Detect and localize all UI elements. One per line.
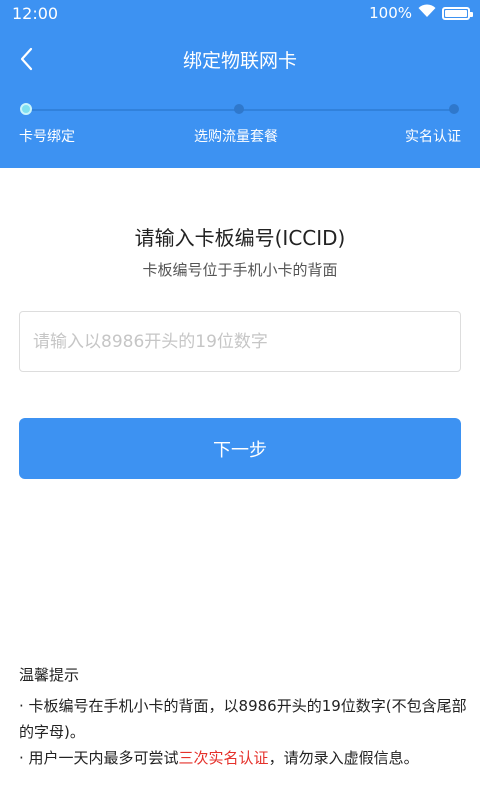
page-title: 绑定物联网卡 xyxy=(182,50,297,72)
status-right: 100% xyxy=(369,4,473,22)
tip-item-1: · 卡板编号在手机小卡的背面，以8986开头的19位数字(不包含尾部的字母)。 xyxy=(19,697,467,741)
battery-percent: 100% xyxy=(369,4,412,22)
next-button[interactable]: 下一步 xyxy=(19,418,461,479)
header-bar: 12:00 100% 绑定物联网卡 卡号绑定 选购流量套餐 实名认证 xyxy=(0,0,480,168)
status-time: 12:00 xyxy=(12,4,59,23)
iccid-input[interactable] xyxy=(20,312,460,371)
step-label-2: 选购流量套餐 xyxy=(194,129,278,145)
step-dot-3 xyxy=(449,104,459,114)
step-progress: 卡号绑定 选购流量套餐 实名认证 xyxy=(0,100,480,160)
form-subtitle: 卡板编号位于手机小卡的背面 xyxy=(142,261,338,279)
step-dot-2 xyxy=(234,104,244,114)
tips-title: 温馨提示 xyxy=(19,666,80,684)
form-title: 请输入卡板编号(ICCID) xyxy=(134,226,346,250)
tip-item-2-prefix: · 用户一天内最多可尝试 xyxy=(19,749,179,767)
step-dot-1 xyxy=(20,103,32,115)
wifi-icon xyxy=(418,4,436,22)
tip-item-2-highlight: 三次实名认证 xyxy=(178,749,269,767)
status-bar: 12:00 100% xyxy=(0,0,480,28)
tips-section: 温馨提示 · 卡板编号在手机小卡的背面，以8986开头的19位数字(不包含尾部的… xyxy=(19,664,467,771)
step-label-3: 实名认证 xyxy=(405,129,461,145)
tip-item-2: · 用户一天内最多可尝试三次实名认证，请勿录入虚假信息。 xyxy=(19,745,467,771)
step-label-1: 卡号绑定 xyxy=(19,129,75,145)
battery-icon xyxy=(442,6,473,20)
tip-item-2-suffix: ，请勿录入虚假信息。 xyxy=(268,749,419,767)
iccid-input-box xyxy=(19,311,461,372)
